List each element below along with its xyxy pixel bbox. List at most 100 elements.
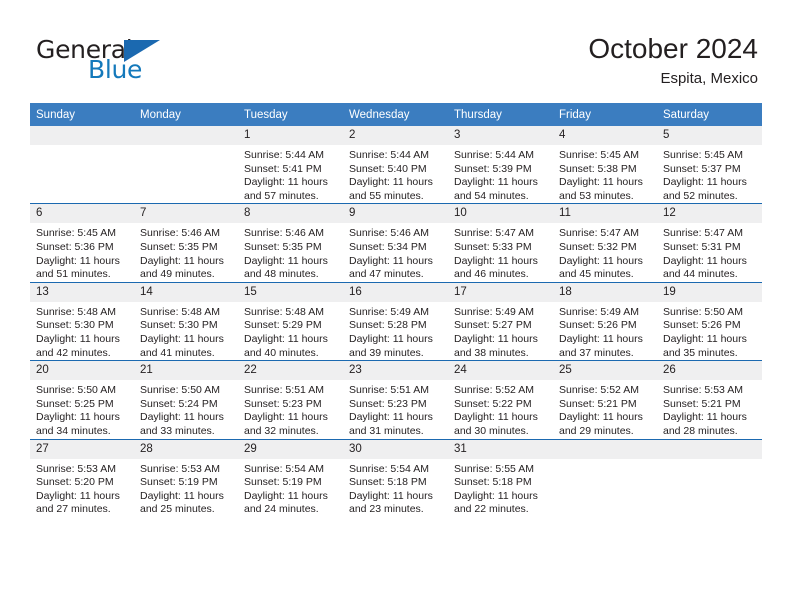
sunset-text: Sunset: 5:39 PM xyxy=(454,162,532,175)
day-cell[interactable]: 21 Sunrise: 5:50 AM Sunset: 5:24 PM Dayl… xyxy=(134,360,238,439)
day-cell[interactable]: 31 Sunrise: 5:55 AM Sunset: 5:18 PM Dayl… xyxy=(448,438,553,517)
day-number: 9 xyxy=(343,204,448,224)
day-details: Sunrise: 5:44 AM Sunset: 5:40 PM Dayligh… xyxy=(343,145,448,203)
day-details xyxy=(134,145,238,149)
day-cell[interactable]: 26 Sunrise: 5:53 AM Sunset: 5:21 PM Dayl… xyxy=(657,360,762,439)
day-number: 6 xyxy=(30,204,134,224)
day-cell[interactable]: 11 Sunrise: 5:47 AM Sunset: 5:32 PM Dayl… xyxy=(553,203,657,283)
sunset-text: Sunset: 5:40 PM xyxy=(349,162,427,175)
daylight-text-line2: and 40 minutes. xyxy=(244,346,319,359)
daylight-text-line1: Daylight: 11 hours xyxy=(244,489,328,502)
daylight-text-line2: and 27 minutes. xyxy=(36,503,111,516)
sunset-text: Sunset: 5:21 PM xyxy=(559,397,637,410)
day-number: 18 xyxy=(553,282,657,302)
daylight-text-line1: Daylight: 11 hours xyxy=(36,254,120,267)
daylight-text-line2: and 34 minutes. xyxy=(36,424,111,437)
day-number: 13 xyxy=(30,282,134,302)
day-details: Sunrise: 5:48 AM Sunset: 5:30 PM Dayligh… xyxy=(30,302,134,360)
day-cell[interactable]: 30 Sunrise: 5:54 AM Sunset: 5:18 PM Dayl… xyxy=(343,438,448,517)
day-cell[interactable]: 19 Sunrise: 5:50 AM Sunset: 5:26 PM Dayl… xyxy=(657,281,762,361)
day-cell[interactable]: 29 Sunrise: 5:54 AM Sunset: 5:19 PM Dayl… xyxy=(238,438,343,517)
day-cell[interactable] xyxy=(657,438,762,517)
day-cell[interactable] xyxy=(553,438,657,517)
day-details: Sunrise: 5:45 AM Sunset: 5:37 PM Dayligh… xyxy=(657,145,762,203)
day-number: 23 xyxy=(343,361,448,381)
sunrise-text: Sunrise: 5:50 AM xyxy=(36,384,116,397)
sunset-text: Sunset: 5:31 PM xyxy=(663,240,741,253)
daylight-text-line2: and 29 minutes. xyxy=(559,424,634,437)
day-cell[interactable] xyxy=(30,126,134,204)
weekday-header-saturday: Saturday xyxy=(657,103,762,126)
day-details: Sunrise: 5:46 AM Sunset: 5:35 PM Dayligh… xyxy=(238,223,343,281)
daylight-text-line1: Daylight: 11 hours xyxy=(349,411,433,424)
daylight-text-line2: and 25 minutes. xyxy=(140,503,215,516)
day-cell[interactable]: 24 Sunrise: 5:52 AM Sunset: 5:22 PM Dayl… xyxy=(448,360,553,439)
day-cell[interactable]: 6 Sunrise: 5:45 AM Sunset: 5:36 PM Dayli… xyxy=(30,203,134,283)
day-number xyxy=(30,126,134,145)
daylight-text-line1: Daylight: 11 hours xyxy=(140,489,224,502)
day-number: 29 xyxy=(238,439,343,459)
day-number: 21 xyxy=(134,361,238,381)
sunrise-text: Sunrise: 5:49 AM xyxy=(454,305,534,318)
sunrise-text: Sunrise: 5:49 AM xyxy=(559,305,639,318)
daylight-text-line1: Daylight: 11 hours xyxy=(36,489,120,502)
daylight-text-line1: Daylight: 11 hours xyxy=(454,411,538,424)
day-cell[interactable]: 15 Sunrise: 5:48 AM Sunset: 5:29 PM Dayl… xyxy=(238,281,343,361)
day-number: 1 xyxy=(238,126,343,145)
day-details: Sunrise: 5:52 AM Sunset: 5:21 PM Dayligh… xyxy=(553,380,657,438)
daylight-text-line2: and 32 minutes. xyxy=(244,424,319,437)
day-cell[interactable]: 1 Sunrise: 5:44 AM Sunset: 5:41 PM Dayli… xyxy=(238,126,343,204)
sunset-text: Sunset: 5:26 PM xyxy=(663,319,741,332)
day-details: Sunrise: 5:47 AM Sunset: 5:31 PM Dayligh… xyxy=(657,223,762,281)
day-number: 15 xyxy=(238,282,343,302)
daylight-text-line2: and 57 minutes. xyxy=(244,189,319,202)
day-details: Sunrise: 5:55 AM Sunset: 5:18 PM Dayligh… xyxy=(448,459,553,517)
sunset-text: Sunset: 5:38 PM xyxy=(559,162,637,175)
day-details: Sunrise: 5:44 AM Sunset: 5:41 PM Dayligh… xyxy=(238,145,343,203)
day-cell[interactable]: 12 Sunrise: 5:47 AM Sunset: 5:31 PM Dayl… xyxy=(657,203,762,283)
sunset-text: Sunset: 5:34 PM xyxy=(349,240,427,253)
day-cell[interactable]: 17 Sunrise: 5:49 AM Sunset: 5:27 PM Dayl… xyxy=(448,281,553,361)
sunrise-text: Sunrise: 5:46 AM xyxy=(140,227,220,240)
sunrise-text: Sunrise: 5:45 AM xyxy=(559,149,639,161)
general-blue-logo[interactable]: General Blue xyxy=(36,36,216,88)
day-cell[interactable]: 14 Sunrise: 5:48 AM Sunset: 5:30 PM Dayl… xyxy=(134,281,238,361)
sunrise-text: Sunrise: 5:52 AM xyxy=(559,384,639,397)
sunset-text: Sunset: 5:26 PM xyxy=(559,319,637,332)
day-cell[interactable]: 16 Sunrise: 5:49 AM Sunset: 5:28 PM Dayl… xyxy=(343,281,448,361)
day-cell[interactable]: 25 Sunrise: 5:52 AM Sunset: 5:21 PM Dayl… xyxy=(553,360,657,439)
sunset-text: Sunset: 5:29 PM xyxy=(244,319,322,332)
day-details: Sunrise: 5:50 AM Sunset: 5:25 PM Dayligh… xyxy=(30,380,134,438)
day-cell[interactable]: 7 Sunrise: 5:46 AM Sunset: 5:35 PM Dayli… xyxy=(134,203,238,283)
day-cell[interactable]: 18 Sunrise: 5:49 AM Sunset: 5:26 PM Dayl… xyxy=(553,281,657,361)
day-cell[interactable]: 4 Sunrise: 5:45 AM Sunset: 5:38 PM Dayli… xyxy=(553,126,657,204)
day-cell[interactable]: 2 Sunrise: 5:44 AM Sunset: 5:40 PM Dayli… xyxy=(343,126,448,204)
daylight-text-line2: and 38 minutes. xyxy=(454,346,529,359)
day-cell[interactable]: 10 Sunrise: 5:47 AM Sunset: 5:33 PM Dayl… xyxy=(448,203,553,283)
daylight-text-line2: and 42 minutes. xyxy=(36,346,111,359)
sunrise-text: Sunrise: 5:52 AM xyxy=(454,384,534,397)
sunset-text: Sunset: 5:18 PM xyxy=(349,476,427,489)
calendar-page: General Blue October 2024 Espita, Mexico… xyxy=(0,0,792,612)
day-details: Sunrise: 5:53 AM Sunset: 5:20 PM Dayligh… xyxy=(30,459,134,517)
day-cell[interactable]: 27 Sunrise: 5:53 AM Sunset: 5:20 PM Dayl… xyxy=(30,438,134,517)
daylight-text-line1: Daylight: 11 hours xyxy=(140,411,224,424)
sunrise-text: Sunrise: 5:45 AM xyxy=(36,227,116,240)
sunrise-text: Sunrise: 5:46 AM xyxy=(349,227,429,240)
day-cell[interactable]: 5 Sunrise: 5:45 AM Sunset: 5:37 PM Dayli… xyxy=(657,126,762,204)
day-cell[interactable]: 3 Sunrise: 5:44 AM Sunset: 5:39 PM Dayli… xyxy=(448,126,553,204)
day-number: 17 xyxy=(448,282,553,302)
day-number: 26 xyxy=(657,361,762,381)
weekday-header-row: Sunday Monday Tuesday Wednesday Thursday… xyxy=(30,103,762,126)
day-cell[interactable]: 28 Sunrise: 5:53 AM Sunset: 5:19 PM Dayl… xyxy=(134,438,238,517)
day-cell[interactable]: 20 Sunrise: 5:50 AM Sunset: 5:25 PM Dayl… xyxy=(30,360,134,439)
daylight-text-line2: and 35 minutes. xyxy=(663,346,738,359)
day-number: 19 xyxy=(657,282,762,302)
day-cell[interactable] xyxy=(134,126,238,204)
day-cell[interactable]: 13 Sunrise: 5:48 AM Sunset: 5:30 PM Dayl… xyxy=(30,281,134,361)
day-cell[interactable]: 23 Sunrise: 5:51 AM Sunset: 5:23 PM Dayl… xyxy=(343,360,448,439)
day-cell[interactable]: 9 Sunrise: 5:46 AM Sunset: 5:34 PM Dayli… xyxy=(343,203,448,283)
day-cell[interactable]: 8 Sunrise: 5:46 AM Sunset: 5:35 PM Dayli… xyxy=(238,203,343,283)
day-cell[interactable]: 22 Sunrise: 5:51 AM Sunset: 5:23 PM Dayl… xyxy=(238,360,343,439)
sunset-text: Sunset: 5:22 PM xyxy=(454,397,532,410)
